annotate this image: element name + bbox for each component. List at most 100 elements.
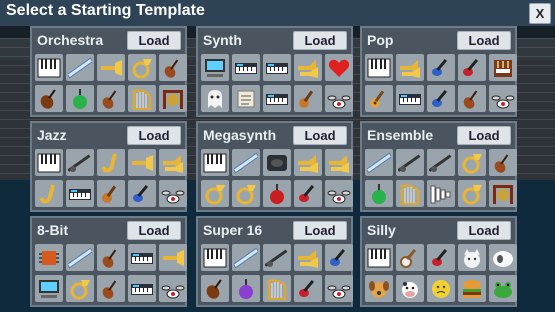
clarinet-icon	[427, 149, 455, 176]
banjo-icon	[396, 244, 424, 271]
flute-icon	[232, 244, 260, 271]
template-card-pop: Pop Load	[360, 26, 517, 117]
speaker-icon	[263, 149, 291, 176]
bass-guitar-icon	[427, 54, 455, 81]
purple-button-icon	[232, 275, 260, 302]
cat-icon	[458, 244, 486, 271]
drums-icon	[325, 275, 353, 302]
template-name: Super 16	[203, 222, 263, 238]
template-card-super-16: Super 16 Load	[196, 216, 353, 307]
template-card-silly: Silly Load	[360, 216, 517, 307]
horn-section-icon	[294, 149, 322, 176]
template-name: Pop	[367, 32, 394, 48]
bass-guitar-icon	[325, 244, 353, 271]
bass-guitar-icon	[128, 180, 156, 207]
ghost-icon	[201, 85, 229, 112]
keyboard-icon	[232, 54, 260, 81]
load-button[interactable]: Load	[457, 221, 511, 240]
tuba-icon	[66, 275, 94, 302]
template-card-synth: Synth Load	[196, 26, 353, 117]
acoustic-guitar-icon	[365, 85, 393, 112]
template-name: Megasynth	[203, 127, 277, 143]
violin-icon	[97, 244, 125, 271]
clarinet-icon	[66, 149, 94, 176]
template-card-megasynth: Megasynth Load	[196, 121, 353, 212]
template-name: Synth	[203, 32, 242, 48]
template-grid: Orchestra Load Synth Load Pop Load Jazz Load Meg…	[30, 26, 518, 312]
keyboard-icon	[263, 85, 291, 112]
flute-icon	[365, 149, 393, 176]
piano-icon	[365, 244, 393, 271]
scroll-icon	[232, 85, 260, 112]
horn-section-icon	[325, 149, 353, 176]
drums-icon	[325, 180, 353, 207]
horn-section-icon	[294, 54, 322, 81]
piano-icon	[365, 54, 393, 81]
heart-icon	[325, 54, 353, 81]
sheep-icon	[489, 244, 517, 271]
tuba-icon	[201, 180, 229, 207]
guitar-icon	[97, 180, 125, 207]
load-button[interactable]: Load	[293, 221, 347, 240]
keyboard-icon	[263, 54, 291, 81]
clarinet-icon	[396, 149, 424, 176]
instrument-icons	[365, 244, 517, 304]
template-name: Jazz	[37, 127, 67, 143]
load-button[interactable]: Load	[293, 31, 347, 50]
red-button-icon	[263, 180, 291, 207]
tuba-icon	[458, 149, 486, 176]
template-card-orchestra: Orchestra Load	[30, 26, 187, 117]
burger-icon	[458, 275, 486, 302]
electric-guitar-icon	[294, 180, 322, 207]
instrument-icons	[365, 54, 517, 114]
load-button[interactable]: Load	[293, 126, 347, 145]
load-button[interactable]: Load	[457, 126, 511, 145]
drums-icon	[489, 85, 517, 112]
drums-icon	[159, 275, 187, 302]
trumpet-icon	[128, 149, 156, 176]
instrument-icons	[201, 54, 353, 114]
chip-icon	[35, 244, 63, 271]
template-name: 8-Bit	[37, 222, 69, 238]
trumpet-icon	[97, 54, 125, 81]
computer-icon	[201, 54, 229, 81]
load-button[interactable]: Load	[127, 126, 181, 145]
template-name: Orchestra	[37, 32, 104, 48]
cello-icon	[201, 275, 229, 302]
violin-icon	[97, 275, 125, 302]
keyboard-icon	[66, 180, 94, 207]
instrument-icons	[35, 244, 187, 304]
load-button[interactable]: Load	[127, 221, 181, 240]
dog-icon	[365, 275, 393, 302]
piano-icon	[35, 54, 63, 81]
template-card-8-bit: 8-Bit Load	[30, 216, 187, 307]
organ-icon	[489, 54, 517, 81]
violin-icon	[97, 85, 125, 112]
instrument-icons	[201, 244, 353, 304]
cow-icon	[396, 275, 424, 302]
drums-icon	[159, 180, 187, 207]
electric-guitar-icon	[427, 244, 455, 271]
bass-guitar-icon	[427, 85, 455, 112]
close-button[interactable]: X	[529, 3, 551, 24]
horn-section-icon	[159, 149, 187, 176]
electric-guitar-icon	[294, 275, 322, 302]
horn-section-icon	[396, 54, 424, 81]
load-button[interactable]: Load	[457, 31, 511, 50]
computer-icon	[35, 275, 63, 302]
instrument-icons	[201, 149, 353, 209]
flute-icon	[66, 244, 94, 271]
instrument-icons	[35, 54, 187, 114]
harp-icon	[396, 180, 424, 207]
green-button-icon	[365, 180, 393, 207]
trumpet-icon	[159, 244, 187, 271]
load-button[interactable]: Load	[127, 31, 181, 50]
piano-icon	[201, 244, 229, 271]
electric-guitar-icon	[458, 54, 486, 81]
flute-icon	[66, 54, 94, 81]
harp-icon	[263, 275, 291, 302]
gong-icon	[159, 85, 187, 112]
flute-icon	[232, 149, 260, 176]
violin-icon	[489, 149, 517, 176]
template-card-jazz: Jazz Load	[30, 121, 187, 212]
